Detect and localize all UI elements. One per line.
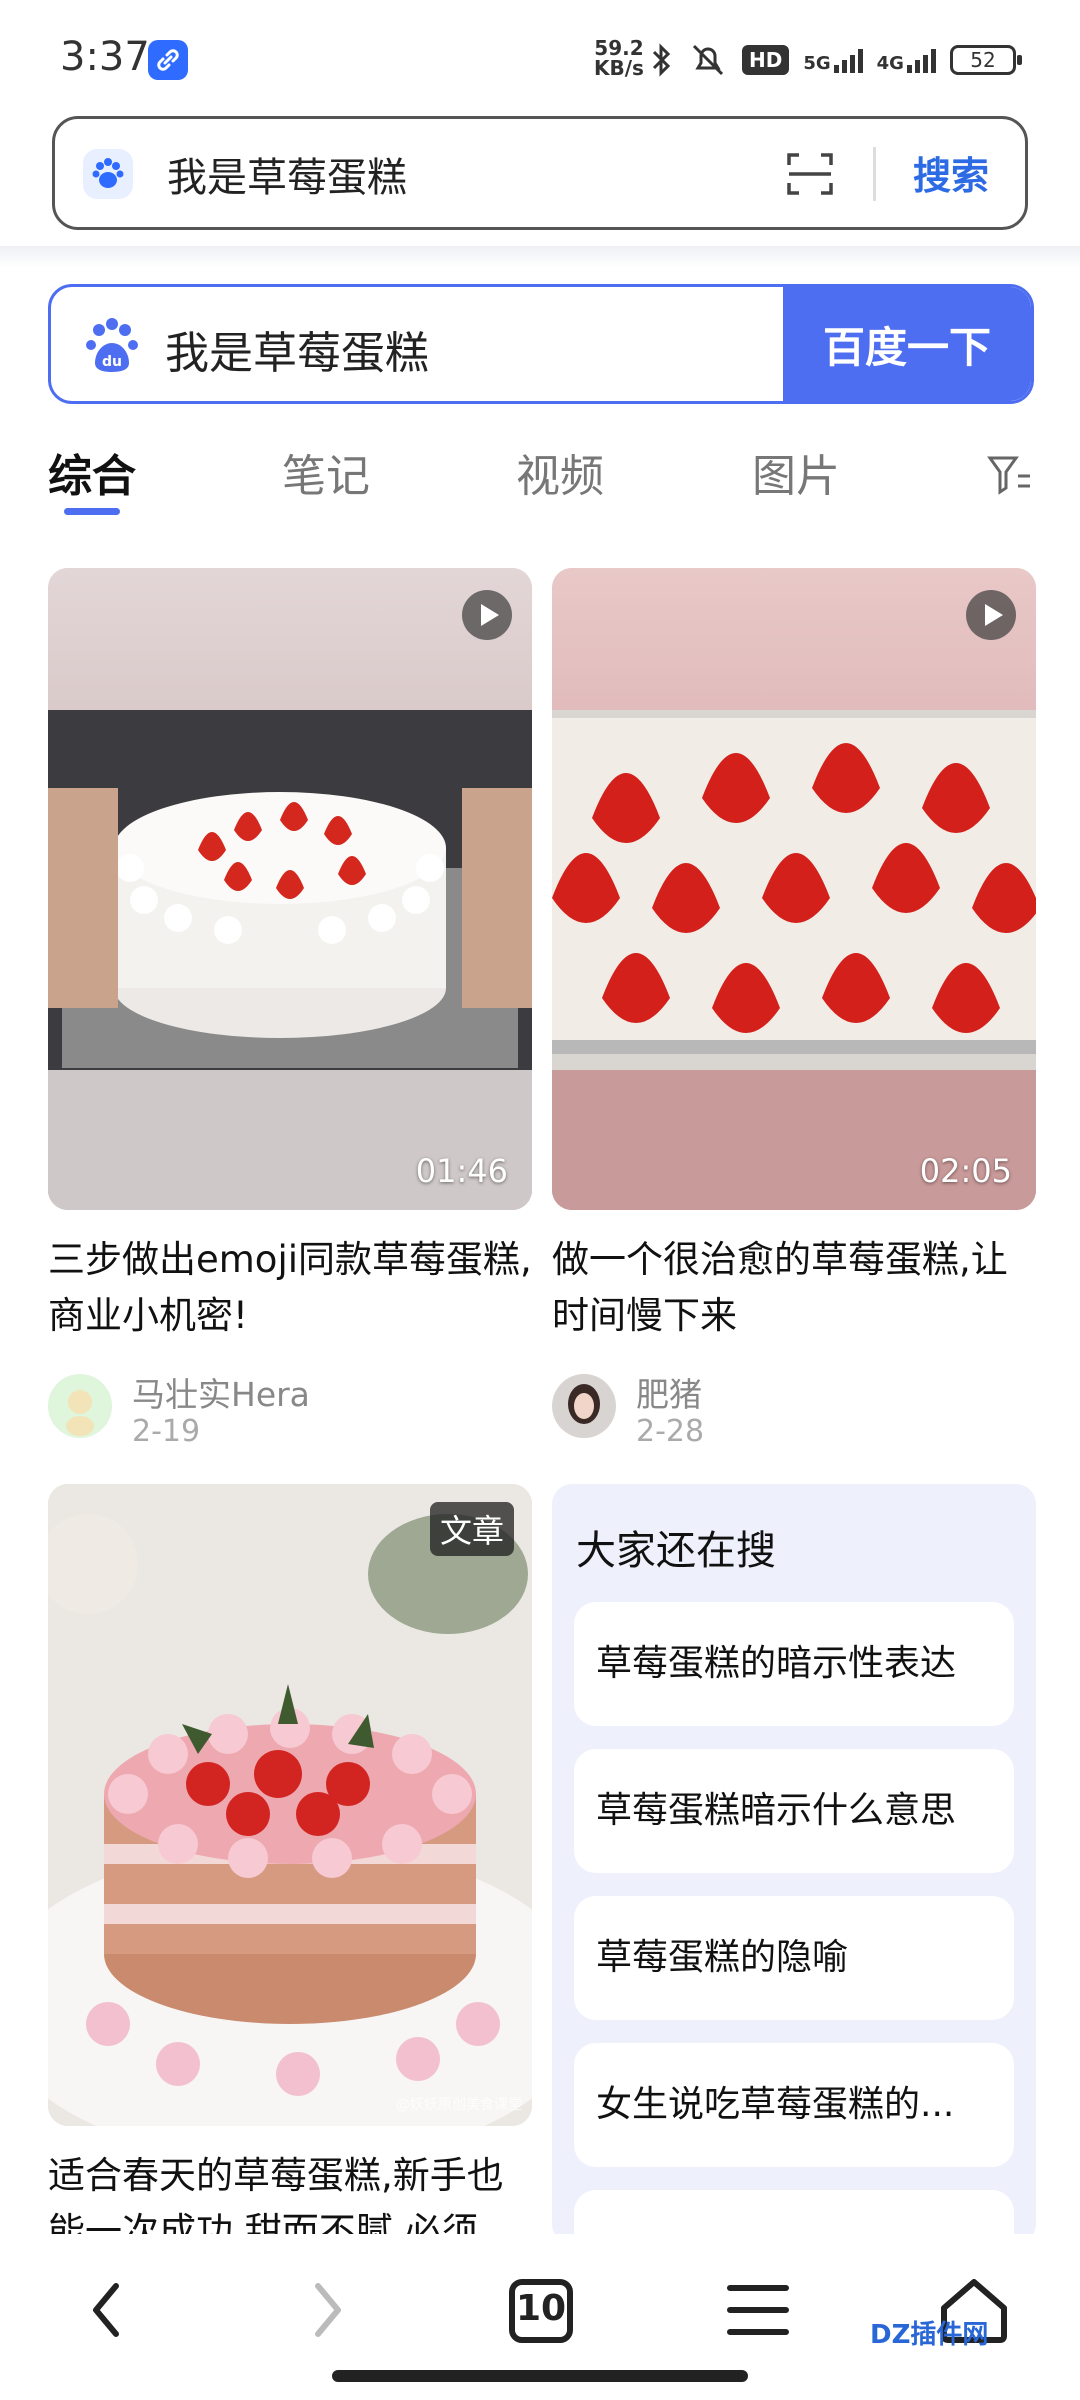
video-duration: 01:46 bbox=[415, 1152, 508, 1190]
battery-indicator: 52 bbox=[949, 45, 1022, 75]
filter-icon[interactable] bbox=[984, 450, 1034, 500]
home-indicator[interactable] bbox=[332, 2370, 748, 2382]
bluetooth-icon bbox=[652, 43, 671, 77]
browser-search-button[interactable]: 搜索 bbox=[913, 145, 989, 200]
tabs-count: 10 bbox=[515, 2288, 567, 2329]
related-search-item[interactable]: 草莓蛋糕的暗示性表达 bbox=[574, 1602, 1014, 1726]
baidu-paw-icon bbox=[83, 149, 133, 199]
author-name: 肥猪 bbox=[636, 1375, 702, 1414]
baidu-logo-icon: du bbox=[81, 315, 143, 377]
netspeed-unit: KB/s bbox=[594, 56, 644, 80]
status-bar: 3:37 59.2 KB/s HD 5G 4G 52 bbox=[0, 0, 1080, 110]
result-tabs: 综合 笔记 视频 图片 bbox=[0, 430, 1080, 515]
tab-video[interactable]: 视频 bbox=[516, 440, 604, 504]
hd-badge: HD bbox=[742, 45, 790, 75]
related-search-item[interactable]: 草莓蛋糕暗示什么意思 bbox=[574, 1749, 1014, 1873]
related-searches-title: 大家还在搜 bbox=[576, 1528, 776, 1574]
active-tab-indicator bbox=[64, 508, 120, 515]
divider bbox=[873, 147, 876, 201]
net-4g-label: 4G bbox=[876, 53, 904, 74]
author-avatar bbox=[552, 1374, 616, 1438]
back-icon[interactable] bbox=[68, 2270, 148, 2350]
site-watermark: DZ插件网 bbox=[870, 2320, 989, 2350]
related-search-item[interactable]: 草莓蛋糕的隐喻 bbox=[574, 1896, 1014, 2020]
video-thumbnail[interactable]: 01:46 bbox=[48, 568, 532, 1210]
related-searches-panel: 大家还在搜 草莓蛋糕的暗示性表达 草莓蛋糕暗示什么意思 草莓蛋糕的隐喻 女生说吃… bbox=[552, 1484, 1036, 2244]
browser-search-bar[interactable]: 我是草莓蛋糕 搜索 bbox=[52, 116, 1028, 230]
svg-text:du: du bbox=[102, 354, 122, 370]
tab-images[interactable]: 图片 bbox=[752, 440, 840, 504]
mute-icon bbox=[692, 44, 724, 76]
scan-icon[interactable] bbox=[785, 149, 835, 199]
network-speed: 59.2 KB/s bbox=[594, 38, 644, 78]
baidu-search-query[interactable]: 我是草莓蛋糕 bbox=[165, 317, 429, 381]
image-watermark: @妖妖原创美食课堂 bbox=[396, 2097, 522, 2113]
article-tag: 文章 bbox=[429, 1502, 514, 1556]
tab-general[interactable]: 综合 bbox=[48, 440, 136, 504]
browser-search-query[interactable]: 我是草莓蛋糕 bbox=[167, 145, 407, 203]
post-date: 2-28 bbox=[636, 1414, 705, 1449]
video-duration: 02:05 bbox=[919, 1152, 1012, 1190]
tab-notes[interactable]: 笔记 bbox=[282, 440, 370, 504]
video-thumbnail[interactable]: 02:05 bbox=[552, 568, 1036, 1210]
signal-4g-icon bbox=[906, 47, 936, 73]
baidu-search-box[interactable]: du 我是草莓蛋糕 百度一下 bbox=[48, 284, 1034, 404]
author-avatar bbox=[48, 1374, 112, 1438]
forward-icon[interactable] bbox=[286, 2270, 366, 2350]
tabs-count-button[interactable]: 10 bbox=[502, 2270, 582, 2350]
status-time: 3:37 bbox=[60, 34, 150, 80]
signal-5g-icon bbox=[833, 47, 863, 73]
play-icon bbox=[966, 590, 1016, 640]
play-icon bbox=[462, 590, 512, 640]
related-search-item[interactable]: 女生说吃草莓蛋糕的... bbox=[574, 2043, 1014, 2167]
baidu-search-button[interactable]: 百度一下 bbox=[783, 287, 1031, 401]
author-name: 马壮实Hera bbox=[132, 1375, 310, 1414]
card-title[interactable]: 做一个很治愈的草莓蛋糕,让时间慢下来 bbox=[552, 1232, 1036, 1344]
card-title[interactable]: 适合春天的草莓蛋糕,新手也能一次成功,甜而不腻,必须 bbox=[48, 2148, 532, 2242]
card-title[interactable]: 三步做出emoji同款草莓蛋糕,商业小机密! bbox=[48, 1232, 532, 1344]
article-thumbnail[interactable]: 文章 @妖妖原创美食课堂 bbox=[48, 1484, 532, 2126]
link-app-icon bbox=[148, 40, 188, 80]
post-date: 2-19 bbox=[132, 1414, 201, 1449]
netspeed-value: 59.2 bbox=[594, 36, 644, 60]
net-5g-label: 5G bbox=[803, 53, 831, 74]
menu-icon[interactable] bbox=[718, 2270, 798, 2350]
header-shadow bbox=[0, 246, 1080, 268]
